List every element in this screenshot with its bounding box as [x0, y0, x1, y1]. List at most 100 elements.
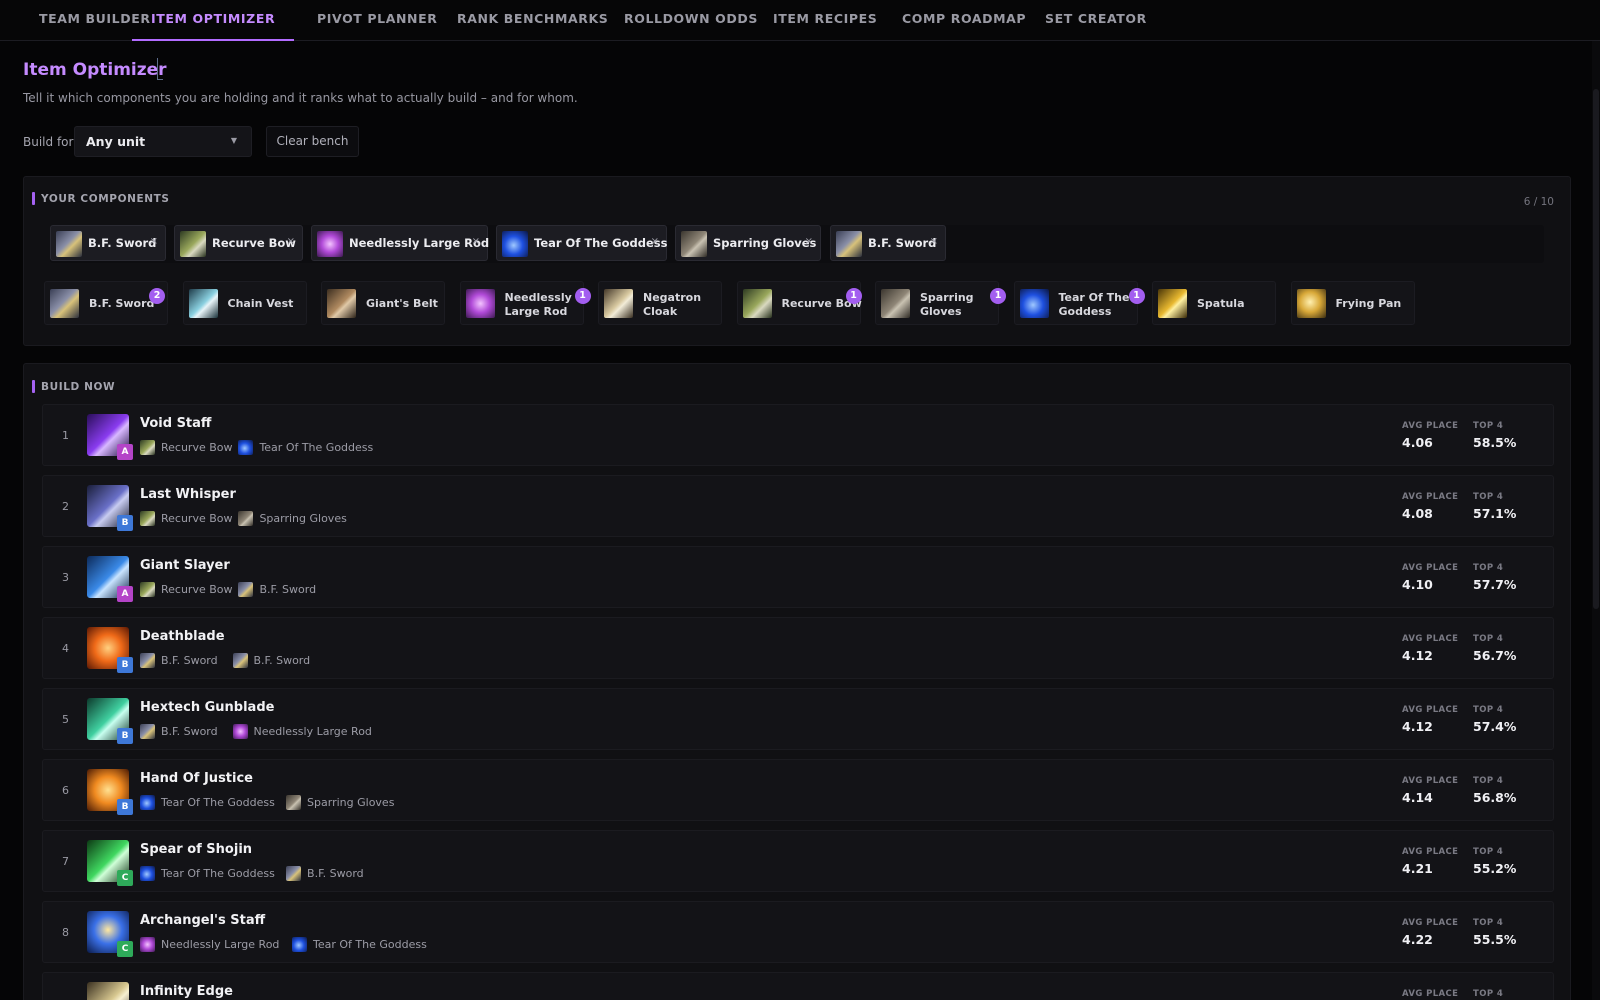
frying-pan-icon [1296, 289, 1326, 318]
recurve-bow-icon [140, 582, 155, 597]
bench-slot-label: Frying Pan [1336, 297, 1412, 311]
tab-rolldown-odds[interactable]: ROLLDOWN ODDS [624, 0, 758, 41]
avg-place-value: 4.08 [1402, 506, 1433, 521]
tab-comp-roadmap[interactable]: COMP ROADMAP [902, 0, 1026, 41]
bench-slot[interactable]: Spatula [1152, 281, 1276, 325]
component-ref-label: Recurve Bow [161, 583, 233, 596]
component-chip-label: Needlessly Large Rod [349, 236, 490, 250]
close-icon[interactable]: × [287, 236, 295, 247]
top4-label: TOP 4 [1473, 705, 1504, 715]
build-rank: 7 [62, 855, 69, 868]
top4-value: 57.1% [1473, 506, 1517, 521]
bench-slot-label-line1: Spatula [1197, 297, 1245, 310]
bench-slot-label: Spatula [1197, 297, 1273, 311]
bench-slot[interactable]: Tear Of The Goddess 1 [1013, 281, 1145, 325]
clear-bench-button[interactable]: Clear bench [266, 126, 359, 157]
build-row[interactable]: 6 B Hand Of Justice Tear Of The Goddess Spar… [42, 759, 1554, 821]
bench-slot[interactable]: Frying Pan [1290, 281, 1415, 325]
tab-pivot-planner[interactable]: PIVOT PLANNER [317, 0, 437, 41]
bench-slot-label: Negatron Cloak [643, 291, 719, 319]
bench-slot-label: Sparring Gloves [920, 291, 996, 319]
build-row[interactable]: 2 B Last Whisper Recurve Bow Sparring Gloves… [42, 475, 1554, 537]
close-icon[interactable]: × [805, 236, 813, 247]
component-ref-label: Needlessly Large Rod [253, 725, 372, 738]
component-ref-label: Needlessly Large Rod [161, 938, 280, 951]
build-row[interactable]: 5 B Hextech Gunblade B.F. Sword Needlessly L… [42, 688, 1554, 750]
close-icon[interactable]: × [930, 236, 938, 247]
component-ref-label: B.F. Sword [253, 654, 311, 667]
close-icon[interactable]: × [651, 236, 659, 247]
gloves-icon [881, 289, 910, 318]
component-chip-label: B.F. Sword [868, 236, 937, 250]
chevron-down-icon: ▼ [230, 136, 237, 145]
component-chip[interactable]: Recurve Bow × [174, 225, 303, 261]
bench-slot-label-line1: Giant's Belt [366, 297, 438, 310]
build-for-label: Build for [23, 135, 74, 149]
tear-icon [140, 795, 155, 810]
build-row[interactable]: 7 C Spear of Shojin Tear Of The Goddess B.F.… [42, 830, 1554, 892]
count-badge: 1 [1128, 288, 1145, 304]
bench-slot[interactable]: Giant's Belt [321, 281, 445, 325]
bench-slot[interactable]: Chain Vest [182, 281, 307, 325]
bench-slot-label: Needlessly Large Rod [505, 291, 581, 319]
top4-value: 58.5% [1473, 435, 1517, 450]
components-count: 6 / 10 [1523, 196, 1554, 208]
bench-slot[interactable]: Recurve Bow 1 [736, 281, 862, 325]
scrollbar-thumb[interactable] [1593, 89, 1599, 609]
top4-value: 57.4% [1473, 719, 1517, 734]
scrollbar[interactable] [1592, 41, 1600, 1000]
build-rank: 4 [62, 642, 69, 655]
component-ref-label: Tear Of The Goddess [161, 867, 275, 880]
bench-slot[interactable]: Sparring Gloves 1 [875, 281, 1006, 325]
component-ref-label: B.F. Sword [161, 725, 218, 738]
giants-belt-icon [327, 289, 356, 318]
build-row[interactable]: 1 A Void Staff Recurve Bow Tear Of The Godde… [42, 404, 1554, 466]
tab-item-recipes[interactable]: ITEM RECIPES [773, 0, 877, 41]
bf-sword-icon [140, 724, 155, 739]
component-ref-label: Sparring Gloves [307, 796, 395, 809]
tab-item-optimizer[interactable]: ITEM OPTIMIZER [132, 0, 295, 41]
close-icon[interactable]: × [472, 236, 480, 247]
item-name: Hextech Gunblade [140, 700, 275, 715]
top4-value: 55.2% [1473, 861, 1517, 876]
component-ref-label: Tear Of The Goddess [313, 938, 427, 951]
bench-slot[interactable]: Negatron Cloak [598, 281, 722, 325]
component-chip[interactable]: B.F. Sword × [50, 225, 166, 261]
tab-set-creator[interactable]: SET CREATOR [1045, 0, 1147, 41]
recurve-bow-icon [140, 511, 155, 526]
component-chip[interactable]: Needlessly Large Rod × [311, 225, 490, 261]
item-name: Infinity Edge [140, 984, 233, 999]
build-row[interactable]: 3 A Giant Slayer Recurve Bow B.F. Sword AVG P… [42, 546, 1554, 608]
build-row[interactable]: 8 C Archangel's Staff Needlessly Large Rod T… [42, 901, 1554, 963]
component-chip[interactable]: B.F. Sword × [830, 225, 946, 261]
component-bench: B.F. Sword 2 Chain Vest Giant's Belt Needles… [44, 281, 1544, 325]
bench-slot-label-line2: Cloak [643, 305, 678, 318]
bf-sword-icon [238, 582, 254, 597]
component-ref-label: Tear Of The Goddess [259, 441, 374, 454]
component-ref-label: Sparring Gloves [259, 512, 347, 525]
bench-slot-label-line1: B.F. Sword [89, 297, 155, 310]
item-name: Spear of Shojin [140, 842, 253, 857]
tab-rank-benchmarks[interactable]: RANK BENCHMARKS [457, 0, 608, 41]
build-for-select[interactable]: Any unit ▼ [74, 126, 252, 157]
build-row[interactable]: 4 B Deathblade B.F. Sword B.F. Sword AVG PLAC… [42, 617, 1554, 679]
bench-slot[interactable]: Needlessly Large Rod 1 [459, 281, 591, 325]
bf-sword-icon [50, 289, 79, 318]
close-icon[interactable]: × [150, 236, 158, 247]
component-chip-label: B.F. Sword [88, 236, 157, 250]
bench-slot-label-line1: Tear Of The [1058, 291, 1130, 304]
count-badge: 1 [845, 288, 862, 304]
component-chip[interactable]: Sparring Gloves × [675, 225, 821, 261]
bf-sword-icon [140, 653, 155, 668]
bf-sword-icon [836, 231, 862, 257]
tier-badge: A [117, 444, 133, 460]
bench-slot-label-line1: Sparring [920, 291, 974, 304]
top-nav: TEAM BUILDER ITEM OPTIMIZER PIVOT PLANNE… [0, 0, 1600, 41]
build-row[interactable]: Infinity Edge AVG PLACE TOP 4 [42, 972, 1554, 1000]
top4-label: TOP 4 [1473, 918, 1504, 928]
avg-place-label: AVG PLACE [1402, 492, 1459, 502]
component-chip[interactable]: Tear Of The Goddess × [496, 225, 667, 261]
top4-value: 57.7% [1473, 577, 1517, 592]
bench-slot-label: Giant's Belt [366, 297, 442, 311]
bench-slot[interactable]: B.F. Sword 2 [44, 281, 168, 325]
